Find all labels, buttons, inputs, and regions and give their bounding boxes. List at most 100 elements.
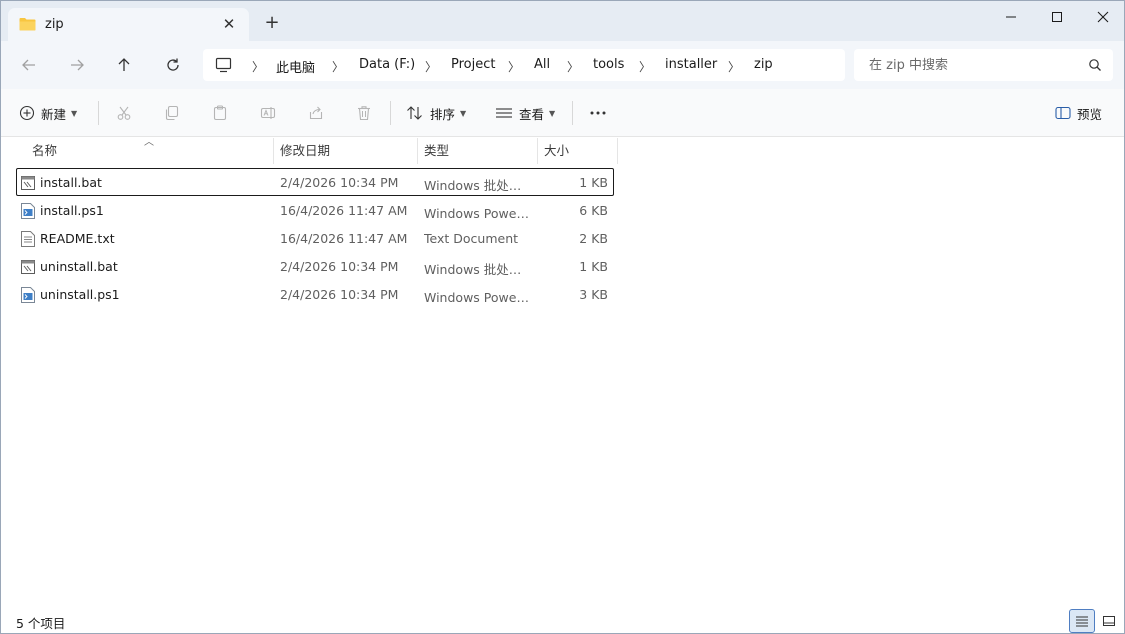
view-button[interactable]: 查看 ▼ xyxy=(495,101,555,125)
arrow-up-icon xyxy=(118,58,130,71)
close-window-button[interactable] xyxy=(1080,1,1124,33)
command-bar: 新建 ▼ 排序 ▼ 查看 ▼ 预览 xyxy=(1,89,1124,137)
file-type: Windows 批处理文件 xyxy=(424,178,532,193)
up-button[interactable] xyxy=(111,53,137,77)
chevron-down-icon: ▼ xyxy=(71,108,78,118)
column-date[interactable]: 修改日期 xyxy=(274,138,418,164)
divider xyxy=(98,101,99,125)
chevron-down-icon: ▼ xyxy=(460,108,467,118)
file-row[interactable]: README.txt 16/4/2026 11:47 AM Text Docum… xyxy=(16,224,614,252)
back-button[interactable] xyxy=(16,53,42,77)
sort-button[interactable]: 排序 ▼ xyxy=(406,101,466,125)
forward-button[interactable] xyxy=(64,53,90,77)
file-date: 2/4/2026 10:34 PM xyxy=(280,175,399,190)
share-button[interactable] xyxy=(304,101,328,125)
file-name: install.bat xyxy=(40,175,102,190)
text-file-icon xyxy=(21,231,35,247)
file-date: 16/4/2026 11:47 AM xyxy=(280,231,408,246)
breadcrumb-drive[interactable]: Data (F:) xyxy=(359,57,415,72)
file-row[interactable]: install.bat 2/4/2026 10:34 PM Windows 批处… xyxy=(16,168,614,196)
cut-icon xyxy=(117,106,131,120)
computer-icon xyxy=(215,57,232,73)
explorer-window: zip ✕ + 〉 此电脑 〉 Data (F:) 〉 Project 〉 Al… xyxy=(0,0,1125,634)
breadcrumb-installer[interactable]: installer xyxy=(665,57,717,72)
chevron-right-icon: 〉 xyxy=(508,60,521,74)
file-name: uninstall.bat xyxy=(40,259,118,274)
new-button[interactable]: 新建 ▼ xyxy=(19,101,77,125)
maximize-icon xyxy=(1052,12,1062,22)
file-name: install.ps1 xyxy=(40,203,104,218)
chevron-right-icon: 〉 xyxy=(252,60,265,74)
file-date: 2/4/2026 10:34 PM xyxy=(280,259,399,274)
search-input[interactable] xyxy=(854,49,1074,81)
breadcrumb-all[interactable]: All xyxy=(534,57,550,72)
tab-title: zip xyxy=(45,17,64,32)
bat-file-icon xyxy=(21,260,35,274)
breadcrumb-project[interactable]: Project xyxy=(451,57,495,72)
paste-icon xyxy=(213,105,227,121)
rename-icon xyxy=(260,107,276,119)
close-icon xyxy=(1097,11,1109,23)
file-row[interactable]: uninstall.ps1 2/4/2026 10:34 PM Windows … xyxy=(16,280,614,308)
search-icon[interactable] xyxy=(1088,58,1102,72)
details-view-icon xyxy=(1076,616,1088,627)
file-name: README.txt xyxy=(40,231,115,246)
file-row[interactable]: install.ps1 16/4/2026 11:47 AM Windows P… xyxy=(16,196,614,224)
chevron-right-icon: 〉 xyxy=(567,60,580,74)
file-size: 6 KB xyxy=(579,203,608,218)
address-bar[interactable]: 〉 此电脑 〉 Data (F:) 〉 Project 〉 All 〉 tool… xyxy=(203,49,845,81)
preview-pane-button[interactable]: 预览 xyxy=(1055,101,1102,125)
minimize-icon xyxy=(1006,16,1016,18)
ps1-file-icon xyxy=(21,203,35,219)
column-type[interactable]: 类型 xyxy=(418,138,538,164)
view-label: 查看 xyxy=(519,106,545,122)
list-view-icon xyxy=(496,108,512,118)
item-count: 5 个项目 xyxy=(16,616,66,631)
delete-button[interactable] xyxy=(352,101,376,125)
trash-icon xyxy=(358,106,370,121)
copy-icon xyxy=(165,105,179,121)
paste-button[interactable] xyxy=(208,101,232,125)
breadcrumb-zip[interactable]: zip xyxy=(754,57,773,72)
arrow-left-icon xyxy=(22,59,35,71)
copy-button[interactable] xyxy=(160,101,184,125)
tiles-view-icon xyxy=(1103,616,1115,626)
chevron-right-icon: 〉 xyxy=(425,60,438,74)
file-list: install.bat 2/4/2026 10:34 PM Windows 批处… xyxy=(16,168,614,308)
ps1-file-icon xyxy=(21,287,35,303)
tab-zip[interactable]: zip ✕ xyxy=(8,8,249,41)
breadcrumb-this-pc[interactable]: 此电脑 xyxy=(276,57,315,76)
file-row[interactable]: uninstall.bat 2/4/2026 10:34 PM Windows … xyxy=(16,252,614,280)
title-bar: zip ✕ + xyxy=(1,1,1124,41)
divider xyxy=(572,101,573,125)
chevron-down-icon: ▼ xyxy=(549,108,556,118)
maximize-button[interactable] xyxy=(1034,1,1080,33)
file-name: uninstall.ps1 xyxy=(40,287,120,302)
refresh-button[interactable] xyxy=(160,53,186,77)
preview-label: 预览 xyxy=(1077,106,1103,122)
column-size[interactable]: 大小 xyxy=(538,138,618,164)
column-name[interactable]: 名称 xyxy=(26,138,274,164)
tiles-view-button[interactable] xyxy=(1096,609,1122,633)
chevron-right-icon: 〉 xyxy=(728,60,741,74)
new-tab-button[interactable]: + xyxy=(262,14,282,34)
file-size: 1 KB xyxy=(579,175,608,190)
cut-button[interactable] xyxy=(112,101,136,125)
more-options-button[interactable] xyxy=(586,101,610,125)
preview-pane-icon xyxy=(1055,106,1071,120)
file-size: 2 KB xyxy=(579,231,608,246)
chevron-right-icon: 〉 xyxy=(639,60,652,74)
plus-circle-icon xyxy=(19,105,35,121)
chevron-right-icon: 〉 xyxy=(332,60,345,74)
file-date: 16/4/2026 11:47 AM xyxy=(280,203,408,218)
share-icon xyxy=(309,106,323,120)
rename-button[interactable] xyxy=(256,101,280,125)
divider xyxy=(390,101,391,125)
details-view-button[interactable] xyxy=(1069,609,1095,633)
breadcrumb-tools[interactable]: tools xyxy=(593,57,624,72)
new-label: 新建 xyxy=(41,106,67,122)
file-type: Windows PowerShell 脚本 xyxy=(424,290,532,305)
close-tab-icon[interactable]: ✕ xyxy=(220,15,238,33)
minimize-button[interactable] xyxy=(988,1,1034,33)
search-box[interactable] xyxy=(854,49,1113,81)
